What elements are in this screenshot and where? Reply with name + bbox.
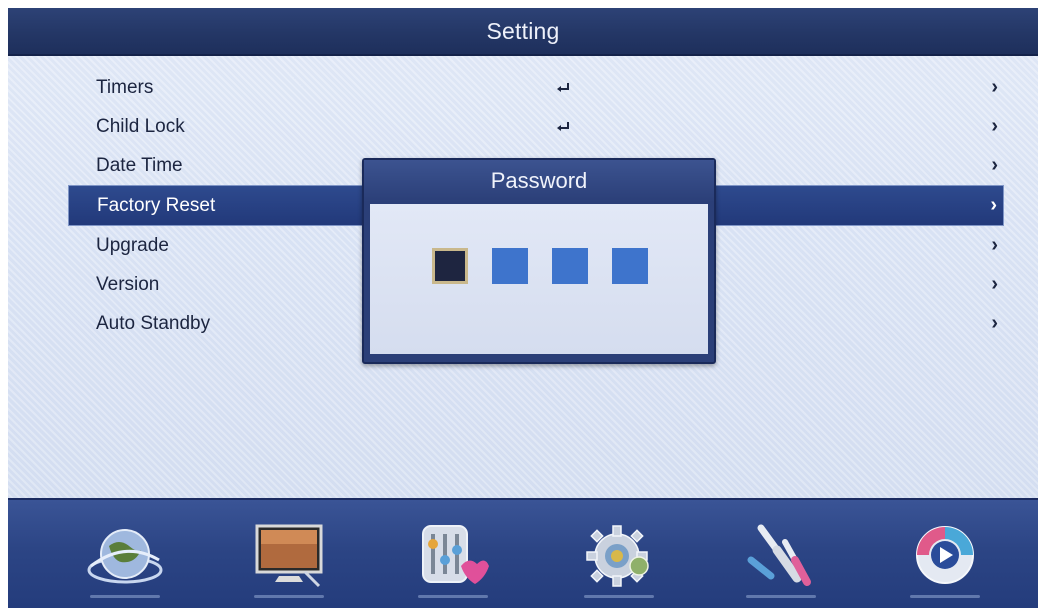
chevron-right-icon: › xyxy=(991,234,998,256)
password-digit-box[interactable] xyxy=(492,248,528,284)
password-dialog: Password xyxy=(362,158,716,364)
password-input[interactable] xyxy=(432,248,648,284)
page-title: Setting xyxy=(486,17,560,44)
enter-icon xyxy=(557,82,569,92)
menu-item-label: Version xyxy=(96,273,160,295)
password-dialog-body xyxy=(370,204,708,354)
menu-item-child-lock[interactable]: Child Lock › xyxy=(68,107,1004,146)
globe-icon xyxy=(87,529,163,584)
password-digit-box[interactable] xyxy=(552,248,588,284)
title-bar: Setting xyxy=(8,8,1038,56)
menu-item-label: Upgrade xyxy=(96,234,169,256)
media-play-icon xyxy=(916,526,974,584)
chevron-right-icon: › xyxy=(991,312,998,334)
tv-picture-icon xyxy=(255,524,323,588)
dock-item-picture[interactable] xyxy=(244,510,334,600)
main-menu-dock xyxy=(8,498,1038,608)
settings-gear-icon xyxy=(586,525,649,587)
dock-item-media[interactable] xyxy=(900,510,990,600)
chevron-right-icon: › xyxy=(991,273,998,295)
password-digit-box[interactable] xyxy=(612,248,648,284)
dock-item-connection[interactable] xyxy=(736,510,826,600)
chevron-right-icon: › xyxy=(991,154,998,176)
chevron-right-icon: › xyxy=(991,76,998,98)
password-dialog-title: Password xyxy=(364,160,714,202)
dock-item-channel[interactable] xyxy=(80,510,170,600)
menu-item-label: Auto Standby xyxy=(96,312,211,334)
menu-item-label: Child Lock xyxy=(96,115,185,137)
dock-item-setting[interactable] xyxy=(574,510,664,600)
chevron-right-icon: › xyxy=(990,194,997,216)
enter-icon xyxy=(557,121,569,131)
chevron-right-icon: › xyxy=(991,115,998,137)
menu-item-label: Factory Reset xyxy=(97,194,216,216)
menu-item-timers[interactable]: Timers › xyxy=(68,68,1004,107)
menu-item-label: Date Time xyxy=(96,154,183,176)
tv-screen: Setting Timers › Child Lock › Date Time … xyxy=(8,8,1038,608)
menu-item-label: Timers xyxy=(96,76,154,98)
dock-item-sound[interactable] xyxy=(408,510,498,600)
password-digit-box[interactable] xyxy=(432,248,468,284)
sound-equalizer-icon xyxy=(422,525,489,584)
av-cable-icon xyxy=(747,524,811,586)
